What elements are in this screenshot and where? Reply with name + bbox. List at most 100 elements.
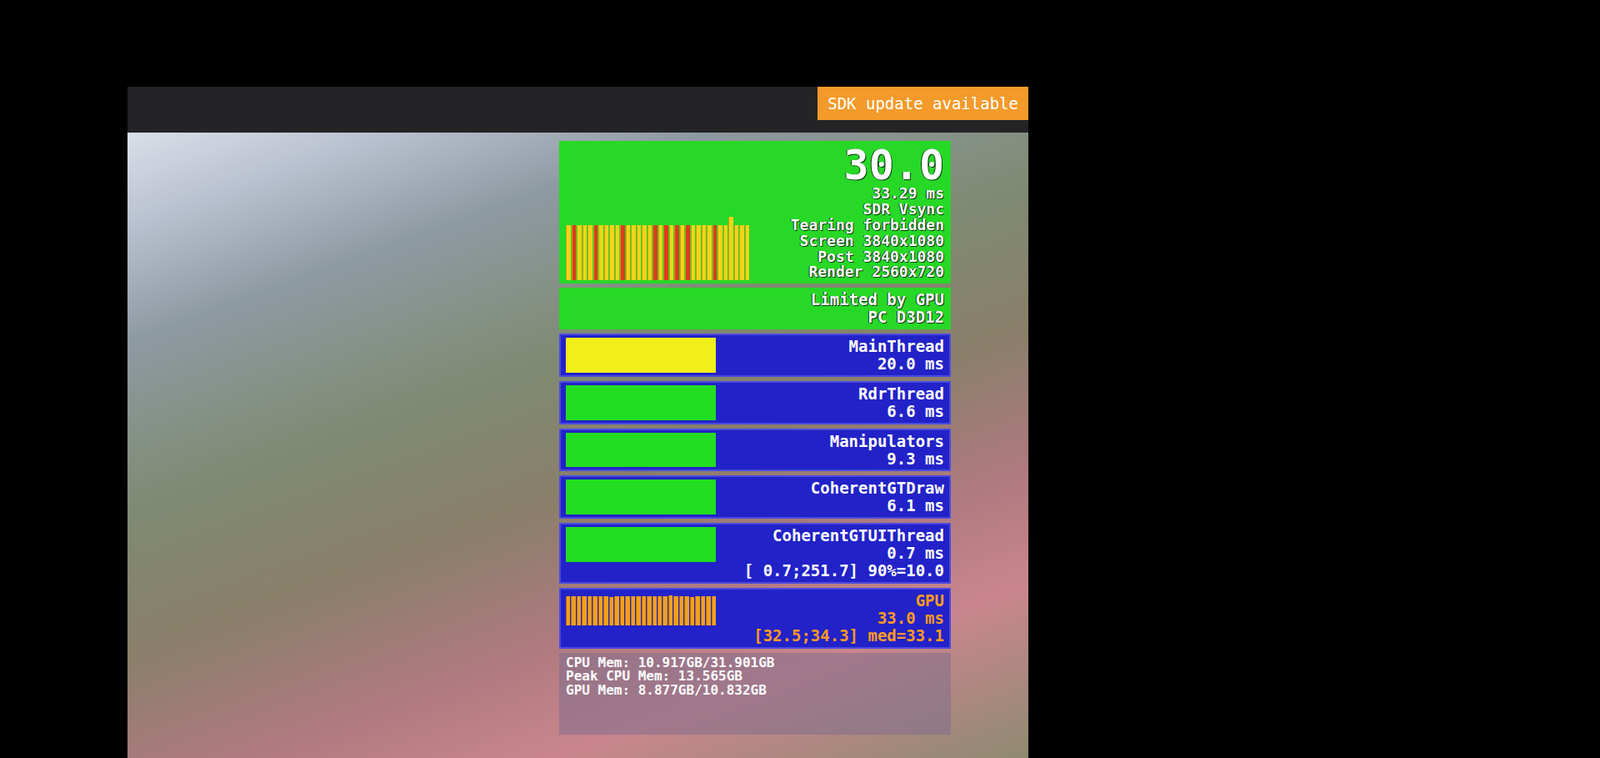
gpu-bar: [657, 595, 662, 625]
frame-time: 33.29 ms: [871, 185, 945, 202]
gpu-bar: [581, 595, 586, 625]
gpu-bar: [679, 595, 684, 625]
sdk-update-badge[interactable]: SDK update available: [817, 86, 1029, 120]
gpu-chart: [565, 591, 716, 625]
frame-bar: [630, 225, 636, 281]
gpu-bar: [705, 595, 710, 625]
limit-line: PC D3D12: [867, 308, 945, 326]
gpu-bar: [668, 595, 673, 625]
gpu-name: GPU: [915, 591, 945, 610]
gpu-bar: [652, 595, 657, 625]
thread-bar: [565, 526, 716, 562]
memory-panel: CPU Mem: 10.917GB/31.901GBPeak CPU Mem: …: [559, 652, 951, 735]
frame-bar: [706, 225, 712, 281]
frame-bar: [663, 225, 669, 281]
thread-name: RdrThread: [858, 385, 945, 403]
thread-name: Manipulators: [830, 432, 945, 450]
gpu-bar: [576, 595, 581, 625]
frame-bar: [565, 225, 571, 281]
thread-bar: [565, 432, 716, 468]
gpu-bar: [587, 595, 592, 625]
performance-overlay: 30.033.29 msSDR VsyncTearing forbiddenSc…: [559, 140, 951, 735]
thread-row: Manipulators9.3 ms: [559, 428, 951, 472]
frame-bar: [636, 225, 642, 281]
gpu-bar: [711, 595, 716, 625]
frame-bar: [587, 225, 593, 281]
fps-value: 30.0: [844, 144, 945, 186]
gpu-bar: [570, 595, 575, 625]
gpu-bar: [592, 595, 597, 625]
memory-line: Peak CPU Mem: 13.565GB: [565, 669, 945, 684]
gpu-bar: [603, 595, 608, 625]
frame-bar: [695, 225, 701, 281]
frame-bar: [641, 225, 647, 281]
memory-line: CPU Mem: 10.917GB/31.901GB: [565, 655, 945, 670]
gpu-bar: [662, 595, 667, 625]
frame-bar: [745, 225, 750, 281]
thread-row: MainThread20.0 ms: [559, 333, 951, 377]
frame-bar: [669, 225, 675, 281]
frame-bar: [571, 225, 577, 281]
thread-reading: 20.0 ms: [877, 355, 945, 373]
thread-row: CoherentGTDraw6.1 ms: [559, 475, 951, 519]
top-bar: SDK update available: [127, 86, 1029, 133]
limit-line: Limited by GPU: [810, 290, 945, 309]
frame-bar: [712, 225, 718, 281]
fps-info-line: Post 3840x1080: [817, 249, 945, 265]
thread-name: CoherentGTUIThread: [772, 526, 945, 545]
gpu-bar: [625, 595, 630, 625]
frame-bar: [680, 225, 685, 281]
limit-panel: Limited by GPUPC D3D12: [559, 287, 951, 330]
thread-name: MainThread: [849, 337, 945, 355]
monitor-photo: SDK update available 30.033.29 msSDR Vsyn…: [0, 0, 1600, 758]
thread-bar: [565, 479, 716, 515]
frame-bar: [739, 225, 745, 281]
frame-bar: [647, 225, 653, 281]
thread-bar: [565, 385, 716, 420]
gpu-bar: [614, 595, 619, 625]
frame-bar: [620, 225, 625, 281]
frame-bar: [582, 225, 588, 281]
gpu-bar: [635, 595, 640, 625]
gpu-bar: [609, 596, 614, 625]
gpu-bar: [630, 595, 635, 625]
frame-bar: [658, 225, 664, 281]
gpu-bar: [673, 595, 678, 625]
frame-bar: [625, 225, 631, 281]
fps-info-line: Screen 3840x1080: [800, 233, 945, 250]
frame-bar: [598, 225, 604, 281]
frame-bar: [652, 225, 658, 281]
gpu-bar: [641, 595, 646, 625]
gpu-reading: 33.0 ms: [877, 609, 945, 627]
thread-reading: 0.7 ms: [886, 544, 945, 562]
thread-row: CoherentGTUIThread0.7 ms[ 0.7;251.7] 90%…: [559, 522, 951, 584]
frame-bar: [674, 225, 680, 281]
frame-bar: [593, 225, 599, 281]
frame-bar: [717, 225, 723, 281]
gpu-bar: [684, 595, 689, 625]
gpu-bar: [565, 595, 570, 625]
thread-reading: 6.1 ms: [886, 496, 945, 515]
frame-bar: [728, 216, 734, 280]
frame-bar: [576, 225, 582, 281]
thread-row: RdrThread6.6 ms: [559, 380, 951, 425]
game-screen: SDK update available 30.033.29 msSDR Vsyn…: [127, 86, 1029, 758]
gpu-bar: [700, 595, 705, 625]
frame-bar: [723, 225, 729, 281]
thread-name: CoherentGTDraw: [810, 479, 945, 497]
gpu-bar: [690, 596, 695, 625]
fps-info-line: SDR Vsync: [862, 201, 945, 218]
frame-bar: [701, 225, 707, 281]
thread-reading: 9.3 ms: [886, 450, 945, 468]
frame-bar: [609, 225, 615, 281]
frame-time-chart: [565, 213, 750, 280]
frame-bar: [604, 225, 610, 281]
gpu-stats: [32.5;34.3] med=33.1: [565, 626, 945, 645]
fps-info-line: Tearing forbidden: [790, 217, 945, 234]
memory-line: GPU Mem: 8.877GB/10.832GB: [565, 683, 945, 698]
fps-panel: 30.033.29 msSDR VsyncTearing forbiddenSc…: [559, 140, 951, 284]
gpu-bar: [695, 595, 700, 625]
frame-bar: [615, 225, 620, 281]
gpu-row: GPU33.0 ms[32.5;34.3] med=33.1: [559, 587, 951, 649]
thread-bar: [565, 337, 716, 373]
